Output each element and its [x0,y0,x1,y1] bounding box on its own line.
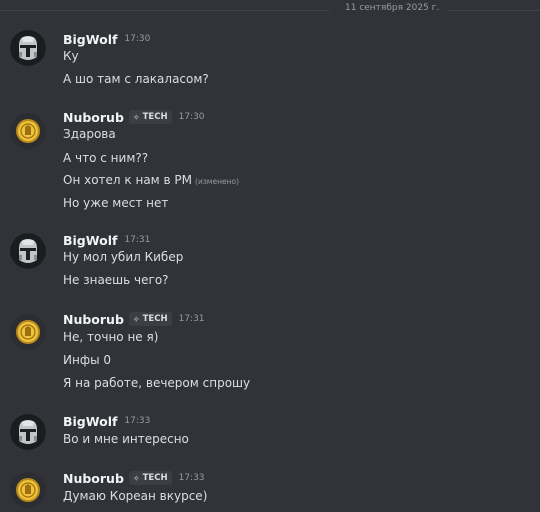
tech-tag-badge[interactable]: ✧ TECH [128,312,172,326]
tech-tag-badge[interactable]: ✧ TECH [128,471,172,485]
mandalorian-helmet-icon[interactable] [10,30,46,66]
edited-label: (изменено) [195,177,240,186]
message-text: Инфы 0 [63,353,112,367]
message-text: Ку [63,49,79,63]
gold-coin-icon[interactable] [10,314,46,350]
tag-label: TECH [142,314,168,324]
diamond-icon: ✧ [132,112,140,122]
diamond-icon: ✧ [132,314,140,324]
tech-tag-badge[interactable]: ✧ TECH [128,110,172,124]
message-timestamp[interactable]: 17:31 [179,314,205,324]
username[interactable]: Nuborub [63,110,124,125]
message-text: А что с ним?? [63,151,149,165]
message-timestamp[interactable]: 17:31 [124,235,150,245]
gold-coin-icon[interactable] [10,113,46,149]
message-timestamp[interactable]: 17:33 [124,416,150,426]
gold-coin-icon[interactable] [10,472,46,508]
message-timestamp[interactable]: 17:33 [179,473,205,483]
tag-label: TECH [142,112,168,122]
mandalorian-helmet-icon[interactable] [10,233,46,269]
tag-label: TECH [142,473,168,483]
diamond-icon: ✧ [132,473,140,483]
chat-message-list: 11 сентября 2025 г. BigWolf 17:30 Ку А ш… [0,0,540,512]
username[interactable]: BigWolf [63,233,117,248]
message-text: Здарова [63,127,116,141]
username[interactable]: Nuborub [63,471,124,486]
date-divider-label: 11 сентября 2025 г. [345,3,440,13]
message-text: Не, точно не я) [63,330,159,344]
message-text: А шо там с лакаласом? [63,72,209,86]
message-text-body: Он хотел к нам в РМ [63,173,193,187]
divider-line [448,10,540,11]
username[interactable]: Nuborub [63,312,124,327]
divider-line [0,10,330,11]
message-text: Во и мне интересно [63,432,189,446]
username[interactable]: BigWolf [63,414,117,429]
message-timestamp[interactable]: 17:30 [179,112,205,122]
mandalorian-helmet-icon[interactable] [10,414,46,450]
date-divider: 11 сентября 2025 г. [0,0,540,22]
username[interactable]: BigWolf [63,32,117,47]
message-text: Не знаешь чего? [63,273,169,287]
message-text: Ну мол убил Кибер [63,250,184,264]
message-text: Но уже мест нет [63,196,169,210]
message-text: Думаю Кореан вкурсе) [63,489,208,503]
message-timestamp[interactable]: 17:30 [124,34,150,44]
message-text: Я на работе, вечером спрошу [63,376,251,390]
message-text: Он хотел к нам в РМ (изменено) [63,173,239,187]
